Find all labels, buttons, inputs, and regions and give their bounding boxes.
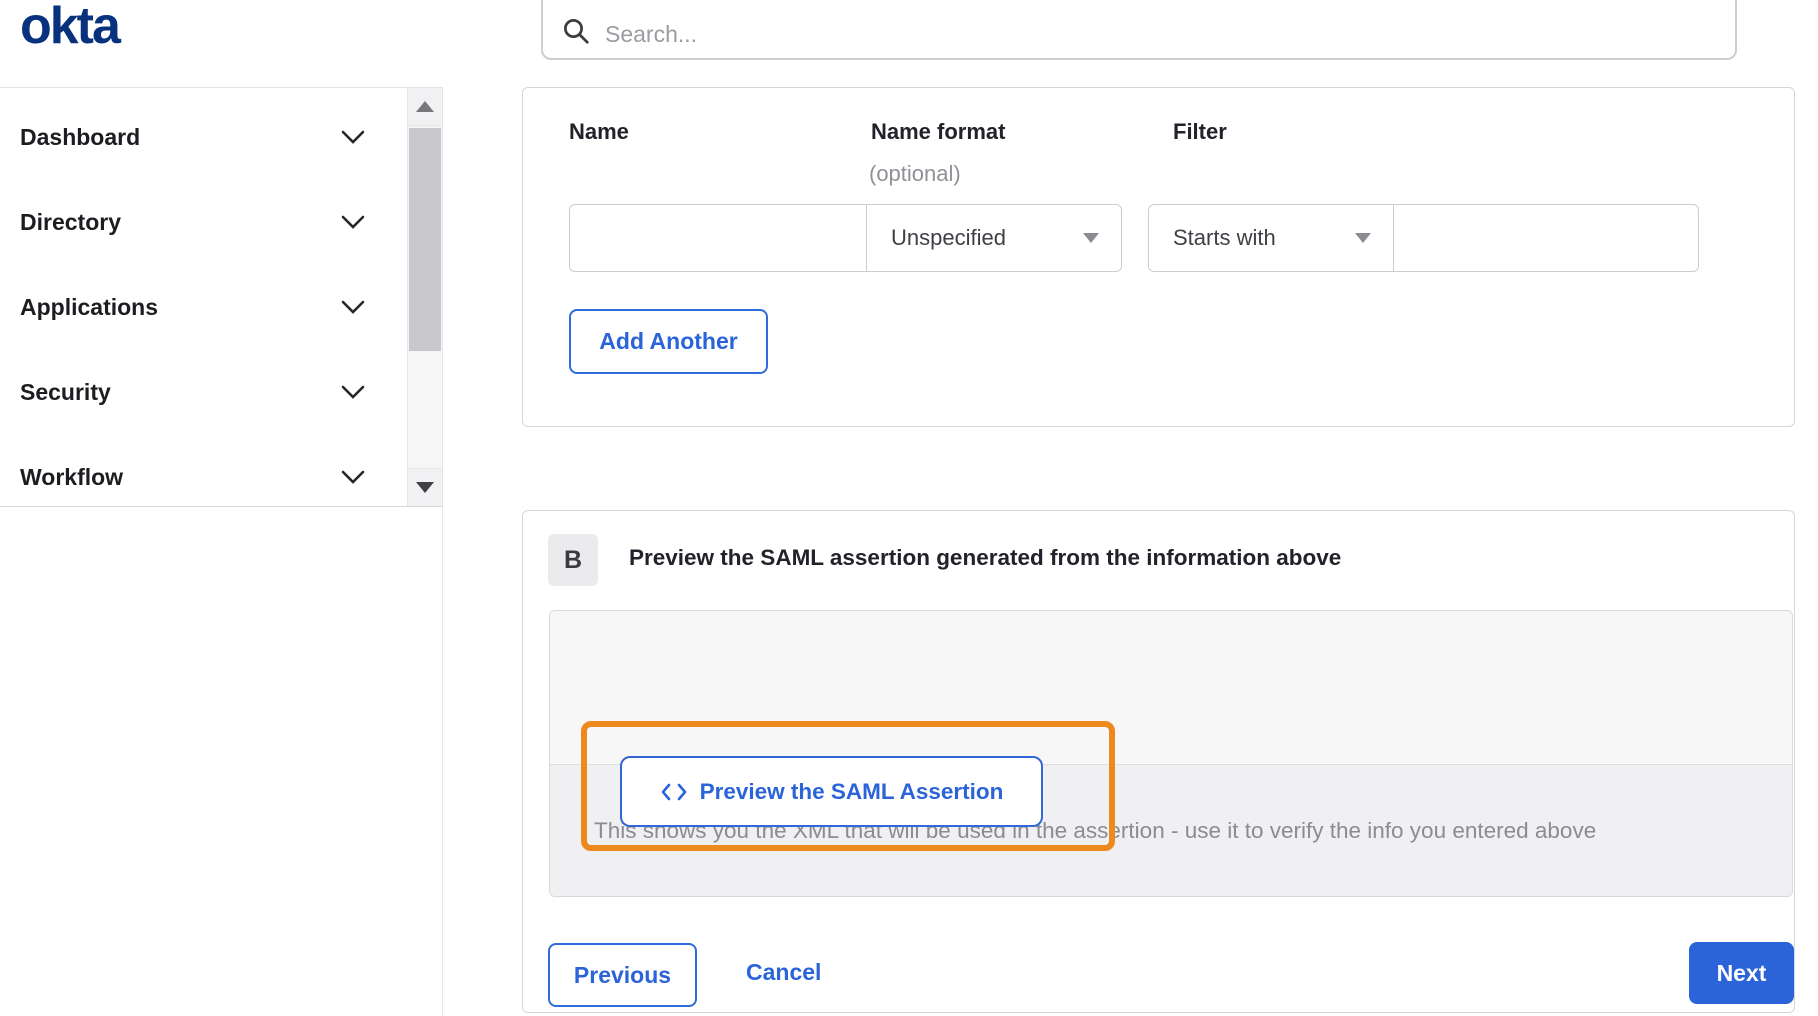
name-format-select[interactable]: Unspecified [866, 204, 1122, 272]
global-search[interactable] [541, 0, 1737, 60]
previous-button[interactable]: Previous [548, 943, 697, 1007]
filter-column-label: Filter [1173, 119, 1227, 144]
sidebar-item-applications[interactable]: Applications [0, 265, 408, 350]
scrollbar-thumb[interactable] [409, 128, 441, 351]
preview-assertion-box: This shows you the XML that will be used… [549, 610, 1793, 897]
sidebar-item-dashboard[interactable]: Dashboard [0, 95, 408, 180]
sidebar-item-label: Directory [20, 209, 121, 235]
attribute-statements-panel: Name Name format (optional) Filter Unspe… [522, 87, 1795, 427]
sidebar-nav: Dashboard Directory Applications Securit… [0, 87, 443, 507]
sidebar-item-label: Applications [20, 294, 159, 320]
search-input[interactable] [605, 21, 1717, 48]
scroll-up-button[interactable] [408, 88, 442, 126]
search-icon [564, 19, 589, 44]
chevron-down-icon [341, 470, 365, 484]
sidebar-menu-list: Dashboard Directory Applications Securit… [0, 95, 408, 520]
next-button[interactable]: Next [1689, 942, 1794, 1004]
sidebar-item-label: Workflow [20, 464, 124, 490]
name-format-selected-value: Unspecified [891, 225, 1006, 250]
okta-logo: okta [20, 0, 121, 55]
sidebar-item-label: Security [20, 379, 111, 405]
scroll-down-icon [416, 482, 434, 493]
chevron-down-icon [341, 385, 365, 399]
name-format-optional-label: (optional) [869, 161, 961, 186]
scroll-up-icon [416, 101, 434, 112]
filter-type-selected-value: Starts with [1173, 225, 1276, 250]
sidebar-item-directory[interactable]: Directory [0, 180, 408, 265]
preview-saml-assertion-button[interactable]: Preview the SAML Assertion [620, 756, 1043, 827]
name-column-label: Name [569, 119, 629, 144]
select-caret-icon [1355, 233, 1371, 243]
sidebar-item-label: Dashboard [20, 124, 141, 150]
sidebar-item-security[interactable]: Security [0, 350, 408, 435]
select-caret-icon [1083, 233, 1099, 243]
saml-preview-panel: B Preview the SAML assertion generated f… [522, 510, 1795, 1013]
filter-type-select[interactable]: Starts with [1148, 204, 1394, 272]
preview-section-heading: Preview the SAML assertion generated fro… [629, 545, 1342, 570]
filter-value-input[interactable] [1393, 204, 1699, 272]
okta-admin-app: okta Dashboard Directory Applications Se [0, 0, 1818, 1016]
cancel-button[interactable]: Cancel [746, 959, 821, 986]
upgrade-promo-panel: i Thanks for trying the Okta Starter pla… [0, 507, 443, 1016]
chevron-down-icon [341, 215, 365, 229]
step-b-badge: B [548, 534, 598, 586]
scroll-down-button[interactable] [408, 468, 442, 506]
name-format-column-label: Name format [871, 119, 1006, 144]
preview-button-label: Preview the SAML Assertion [699, 778, 1004, 804]
sidebar-scrollbar[interactable] [407, 88, 442, 506]
chevron-down-icon [341, 300, 365, 314]
attribute-name-input[interactable] [569, 204, 867, 272]
code-icon [661, 783, 686, 800]
chevron-down-icon [341, 130, 365, 144]
add-another-button[interactable]: Add Another [569, 309, 768, 374]
